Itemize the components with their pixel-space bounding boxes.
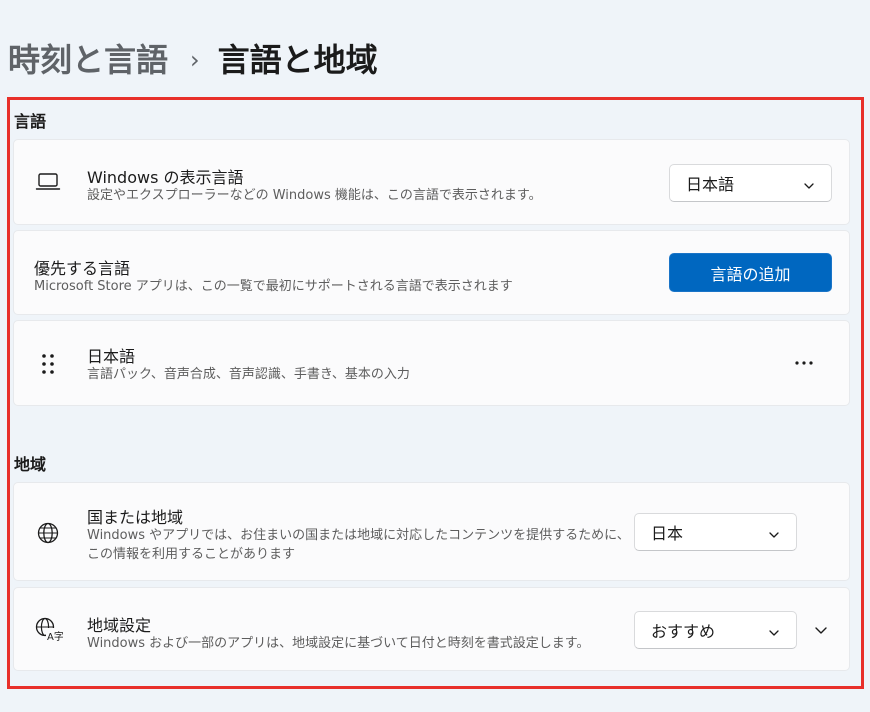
globe-icon bbox=[36, 521, 60, 545]
regional-format-selected: おすすめ bbox=[651, 622, 716, 641]
chevron-down-icon bbox=[768, 624, 780, 643]
preferred-languages-description: Microsoft Store アプリは、この一覧で最初にサポートされる言語で表… bbox=[34, 279, 513, 294]
more-options-button[interactable] bbox=[786, 349, 822, 377]
country-region-card: 国または地域 Windows やアプリでは、お住まいの国または地域に対応したコン… bbox=[13, 482, 850, 581]
display-language-dropdown[interactable]: 日本語 bbox=[669, 164, 832, 202]
country-region-selected: 日本 bbox=[651, 524, 684, 543]
add-language-button[interactable]: 言語の追加 bbox=[669, 253, 832, 292]
country-region-dropdown[interactable]: 日本 bbox=[634, 513, 797, 551]
breadcrumb-parent-time-language[interactable]: 時刻と言語 bbox=[8, 38, 168, 82]
language-item-features: 言語パック、音声合成、音声認識、手書き、基本の入力 bbox=[87, 367, 410, 382]
more-options-icon bbox=[795, 361, 813, 365]
chevron-down-icon bbox=[814, 623, 828, 637]
regional-format-card[interactable]: A字 地域設定 Windows および一部のアプリは、地域設定に基づいて日付と時… bbox=[13, 587, 850, 671]
regional-format-dropdown[interactable]: おすすめ bbox=[634, 611, 797, 649]
preferred-languages-title: 優先する言語 bbox=[34, 259, 131, 278]
language-item-japanese[interactable]: 日本語 言語パック、音声合成、音声認識、手書き、基本の入力 bbox=[13, 320, 850, 406]
svg-text:A字: A字 bbox=[47, 630, 63, 643]
chevron-down-icon bbox=[768, 526, 780, 545]
preferred-languages-card: 優先する言語 Microsoft Store アプリは、この一覧で最初にサポート… bbox=[13, 230, 850, 315]
regional-format-title: 地域設定 bbox=[87, 616, 152, 635]
breadcrumb-separator: › bbox=[190, 46, 200, 74]
display-language-selected: 日本語 bbox=[686, 175, 735, 194]
display-language-description: 設定やエクスプローラーなどの Windows 機能は、この言語で表示されます。 bbox=[87, 188, 542, 203]
country-region-description-line2: この情報を利用することがあります bbox=[87, 547, 296, 562]
page-title: 言語と地域 bbox=[217, 41, 378, 79]
country-region-description-line1: Windows やアプリでは、お住まいの国または地域に対応したコンテンツを提供す… bbox=[87, 528, 630, 543]
regional-format-expand-button[interactable] bbox=[803, 612, 839, 648]
regional-format-icon: A字 bbox=[34, 616, 64, 644]
laptop-icon bbox=[34, 170, 62, 194]
regional-format-description: Windows および一部のアプリは、地域設定に基づいて日付と時刻を書式設定しま… bbox=[87, 636, 590, 651]
language-item-name: 日本語 bbox=[87, 347, 136, 366]
chevron-down-icon bbox=[803, 177, 815, 196]
region-section-title: 地域 bbox=[14, 455, 47, 474]
drag-handle-icon[interactable] bbox=[38, 351, 58, 377]
language-section-title: 言語 bbox=[14, 112, 47, 131]
breadcrumb: 時刻と言語 › 言語と地域 bbox=[8, 38, 378, 82]
country-region-title: 国または地域 bbox=[87, 508, 184, 527]
display-language-title: Windows の表示言語 bbox=[87, 168, 244, 187]
display-language-card: Windows の表示言語 設定やエクスプローラーなどの Windows 機能は… bbox=[13, 139, 850, 225]
